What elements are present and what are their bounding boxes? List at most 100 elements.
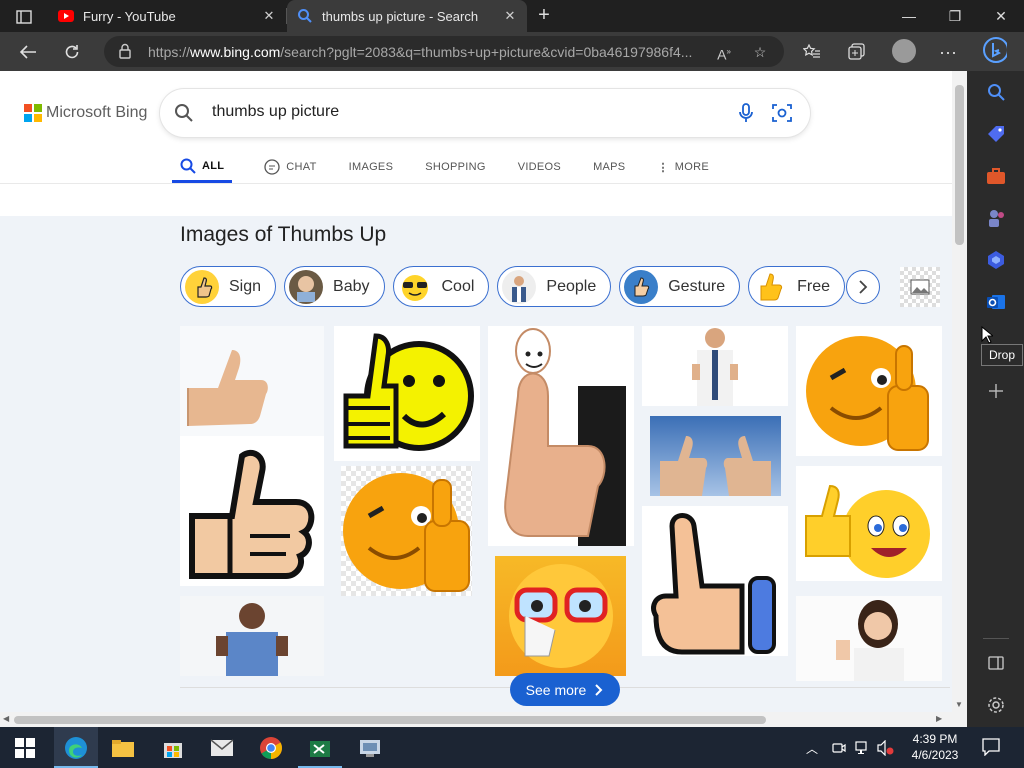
meet-now-icon[interactable]: [832, 741, 846, 755]
divider: [0, 183, 952, 184]
see-more-label: See more: [525, 681, 587, 698]
address-bar[interactable]: https://www.bing.com/search?pglt=2083&q=…: [104, 36, 784, 67]
tab-maps[interactable]: MAPS: [593, 151, 625, 183]
search-icon[interactable]: [985, 81, 1007, 103]
images-title[interactable]: Images of Thumbs Up: [180, 223, 386, 247]
divider: [983, 638, 1009, 639]
read-aloud-icon[interactable]: A»: [714, 42, 734, 63]
microphone-icon[interactable]: [738, 103, 754, 123]
chip-cool[interactable]: Cool: [392, 266, 490, 307]
back-button[interactable]: [16, 40, 40, 64]
close-tab-icon[interactable]: ✕: [503, 9, 517, 23]
search-input[interactable]: thumbs up picture: [212, 103, 339, 121]
spreadsheet-app-icon[interactable]: [307, 735, 333, 761]
minimize-button[interactable]: —: [886, 0, 932, 32]
scroll-right-arrow-icon[interactable]: ▶: [936, 714, 942, 723]
page-viewport: Microsoft Bing thumbs up picture ALL CHA…: [0, 71, 952, 712]
image-result[interactable]: [642, 506, 788, 656]
search-tabs: ALL CHAT IMAGES SHOPPING VIDEOS MAPS ⋮ MO…: [172, 151, 741, 183]
image-result[interactable]: [180, 596, 324, 676]
image-result[interactable]: [180, 326, 324, 436]
free-thumbnail: [753, 270, 787, 304]
restore-button[interactable]: ❐: [932, 0, 978, 32]
tab-chat[interactable]: CHAT: [264, 151, 316, 183]
close-tab-icon[interactable]: ✕: [262, 9, 276, 23]
two-thumbs-up-image: [660, 436, 771, 496]
scrollbar-thumb[interactable]: [955, 85, 964, 245]
image-result[interactable]: [796, 596, 942, 681]
bing-logo[interactable]: Microsoft Bing: [24, 104, 147, 122]
games-icon[interactable]: [985, 207, 1007, 229]
chip-sign[interactable]: Sign: [180, 266, 277, 307]
outlook-icon[interactable]: [985, 291, 1007, 313]
scroll-left-arrow-icon[interactable]: ◀: [3, 714, 9, 723]
see-more-button[interactable]: See more: [510, 673, 620, 706]
windows-start-icon[interactable]: [12, 735, 38, 761]
volume-muted-icon[interactable]: [877, 740, 895, 756]
close-window-button[interactable]: ✕: [978, 0, 1024, 32]
more-options-icon[interactable]: ···: [936, 40, 960, 64]
file-explorer-icon[interactable]: [110, 735, 136, 761]
settings-gear-icon[interactable]: [985, 694, 1007, 716]
store-icon[interactable]: [160, 735, 186, 761]
hide-sidebar-icon[interactable]: [985, 652, 1007, 674]
tab-youtube[interactable]: Furry - YouTube ✕: [48, 0, 286, 32]
new-tab-button[interactable]: +: [532, 5, 556, 27]
url-text: https://www.bing.com/search?pglt=2083&q=…: [148, 44, 693, 60]
image-result[interactable]: [650, 416, 781, 496]
network-icon[interactable]: [855, 740, 871, 756]
horizontal-scrollbar[interactable]: ◀ ▶: [0, 712, 952, 727]
chevron-right-icon: [859, 280, 868, 294]
cool-thumbnail: [398, 270, 432, 304]
image-result[interactable]: [334, 326, 480, 461]
tab-images[interactable]: IMAGES: [349, 151, 394, 183]
image-result[interactable]: [180, 436, 324, 586]
tab-label: IMAGES: [348, 161, 394, 173]
scrollbar-thumb[interactable]: [14, 716, 766, 724]
image-result[interactable]: [495, 556, 626, 676]
chip-gesture[interactable]: Gesture: [619, 266, 741, 307]
bing-chat-icon[interactable]: [983, 37, 1007, 63]
tab-videos[interactable]: VIDEOS: [518, 151, 561, 183]
search-box[interactable]: thumbs up picture: [160, 89, 810, 137]
image-result[interactable]: [796, 466, 942, 581]
chip-label: Gesture: [668, 277, 726, 295]
chip-baby[interactable]: Baby: [284, 266, 385, 307]
collections-icon[interactable]: [845, 40, 869, 64]
shopping-tag-icon[interactable]: [985, 123, 1007, 145]
sign-thumbnail: [185, 269, 219, 304]
vertical-scrollbar[interactable]: ▼: [952, 71, 967, 712]
show-hidden-icons-chevron-icon[interactable]: ︿: [806, 740, 818, 757]
notifications-icon[interactable]: [982, 738, 1000, 756]
system-clock[interactable]: 4:39 PM 4/6/2023: [904, 731, 966, 763]
tab-all[interactable]: ALL: [172, 151, 233, 183]
image-result[interactable]: [642, 326, 788, 406]
tab-bing-search[interactable]: thumbs up picture - Search ✕: [287, 0, 527, 32]
add-favorite-icon[interactable]: ☆: [750, 42, 770, 62]
favorites-icon[interactable]: [800, 40, 824, 64]
add-icon[interactable]: [985, 380, 1007, 402]
network-app-icon[interactable]: [357, 735, 383, 761]
tools-icon[interactable]: [985, 165, 1007, 187]
image-search-thumbnail[interactable]: [900, 267, 940, 307]
profile-avatar[interactable]: [892, 39, 916, 63]
refresh-button[interactable]: [60, 40, 84, 64]
tab-shopping[interactable]: SHOPPING: [425, 151, 485, 183]
image-result[interactable]: [488, 326, 634, 546]
image-result[interactable]: [796, 326, 942, 456]
mail-icon[interactable]: [209, 735, 235, 761]
chip-free[interactable]: Free: [748, 266, 846, 307]
search-icon[interactable]: [174, 103, 194, 123]
chrome-icon[interactable]: [258, 735, 284, 761]
chip-people[interactable]: People: [497, 266, 612, 307]
scroll-down-arrow-icon[interactable]: ▼: [955, 700, 963, 709]
clock-time: 4:39 PM: [912, 732, 958, 746]
chips-next-button[interactable]: [846, 270, 880, 304]
woman-thumbs-up-image: [836, 600, 904, 681]
tab-actions-icon[interactable]: [10, 6, 38, 28]
tab-more[interactable]: ⋮ MORE: [657, 151, 709, 183]
microsoft-365-icon[interactable]: [985, 249, 1007, 271]
edge-icon[interactable]: [63, 735, 89, 761]
image-result[interactable]: [341, 466, 472, 596]
visual-search-icon[interactable]: [772, 103, 792, 123]
